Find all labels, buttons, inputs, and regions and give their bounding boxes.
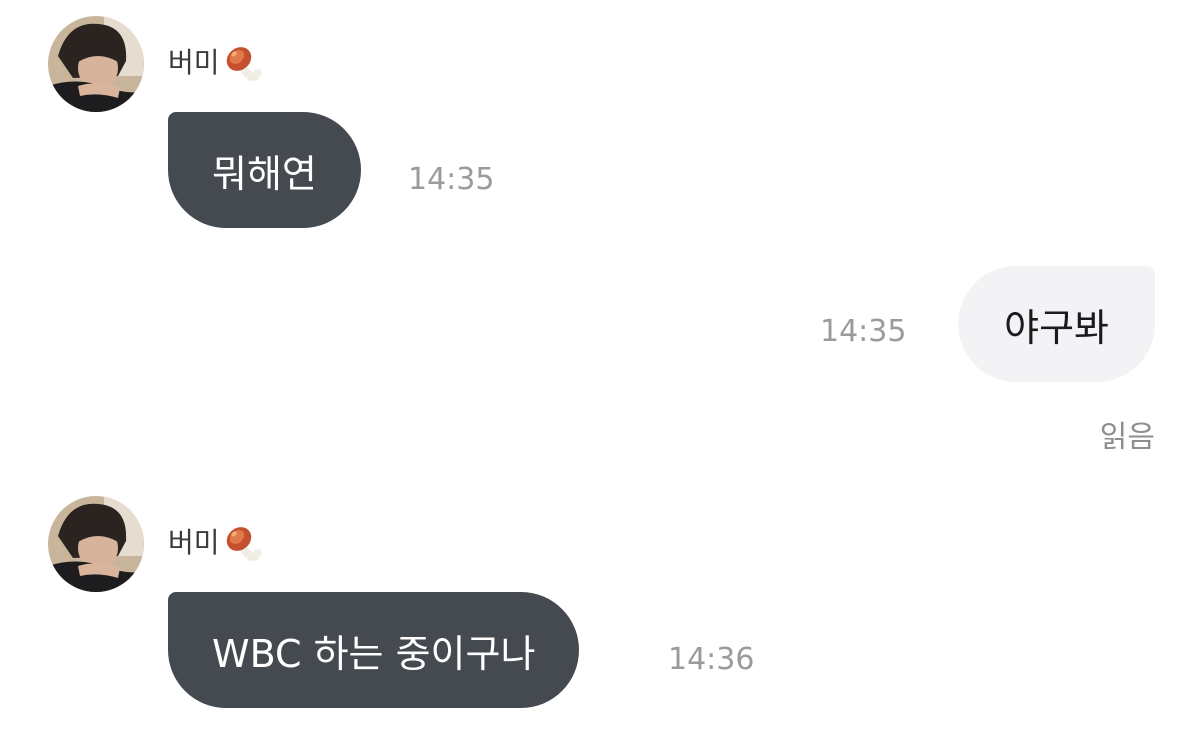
message-text: WBC 하는 중이구나 <box>212 631 536 676</box>
meat-on-bone-icon <box>222 42 264 84</box>
message-text: 야구봐 <box>1004 305 1109 350</box>
message-bubble-incoming[interactable]: 뭐해연 <box>168 112 361 228</box>
read-receipt: 읽음 <box>1099 420 1155 455</box>
avatar-photo <box>48 16 144 112</box>
message-timestamp: 14:36 <box>668 642 755 677</box>
sender-header: 버미 <box>168 522 264 564</box>
message-timestamp: 14:35 <box>408 162 495 197</box>
sender-avatar[interactable] <box>48 16 144 112</box>
sender-header: 버미 <box>168 42 264 84</box>
sender-name: 버미 <box>168 46 220 79</box>
sender-avatar[interactable] <box>48 496 144 592</box>
sender-name: 버미 <box>168 526 220 559</box>
message-timestamp: 14:35 <box>820 314 907 349</box>
message-bubble-outgoing[interactable]: 야구봐 <box>958 266 1155 382</box>
message-text: 뭐해연 <box>212 151 317 196</box>
message-bubble-incoming[interactable]: WBC 하는 중이구나 <box>168 592 580 708</box>
meat-on-bone-icon <box>222 522 264 564</box>
avatar-photo <box>48 496 144 592</box>
